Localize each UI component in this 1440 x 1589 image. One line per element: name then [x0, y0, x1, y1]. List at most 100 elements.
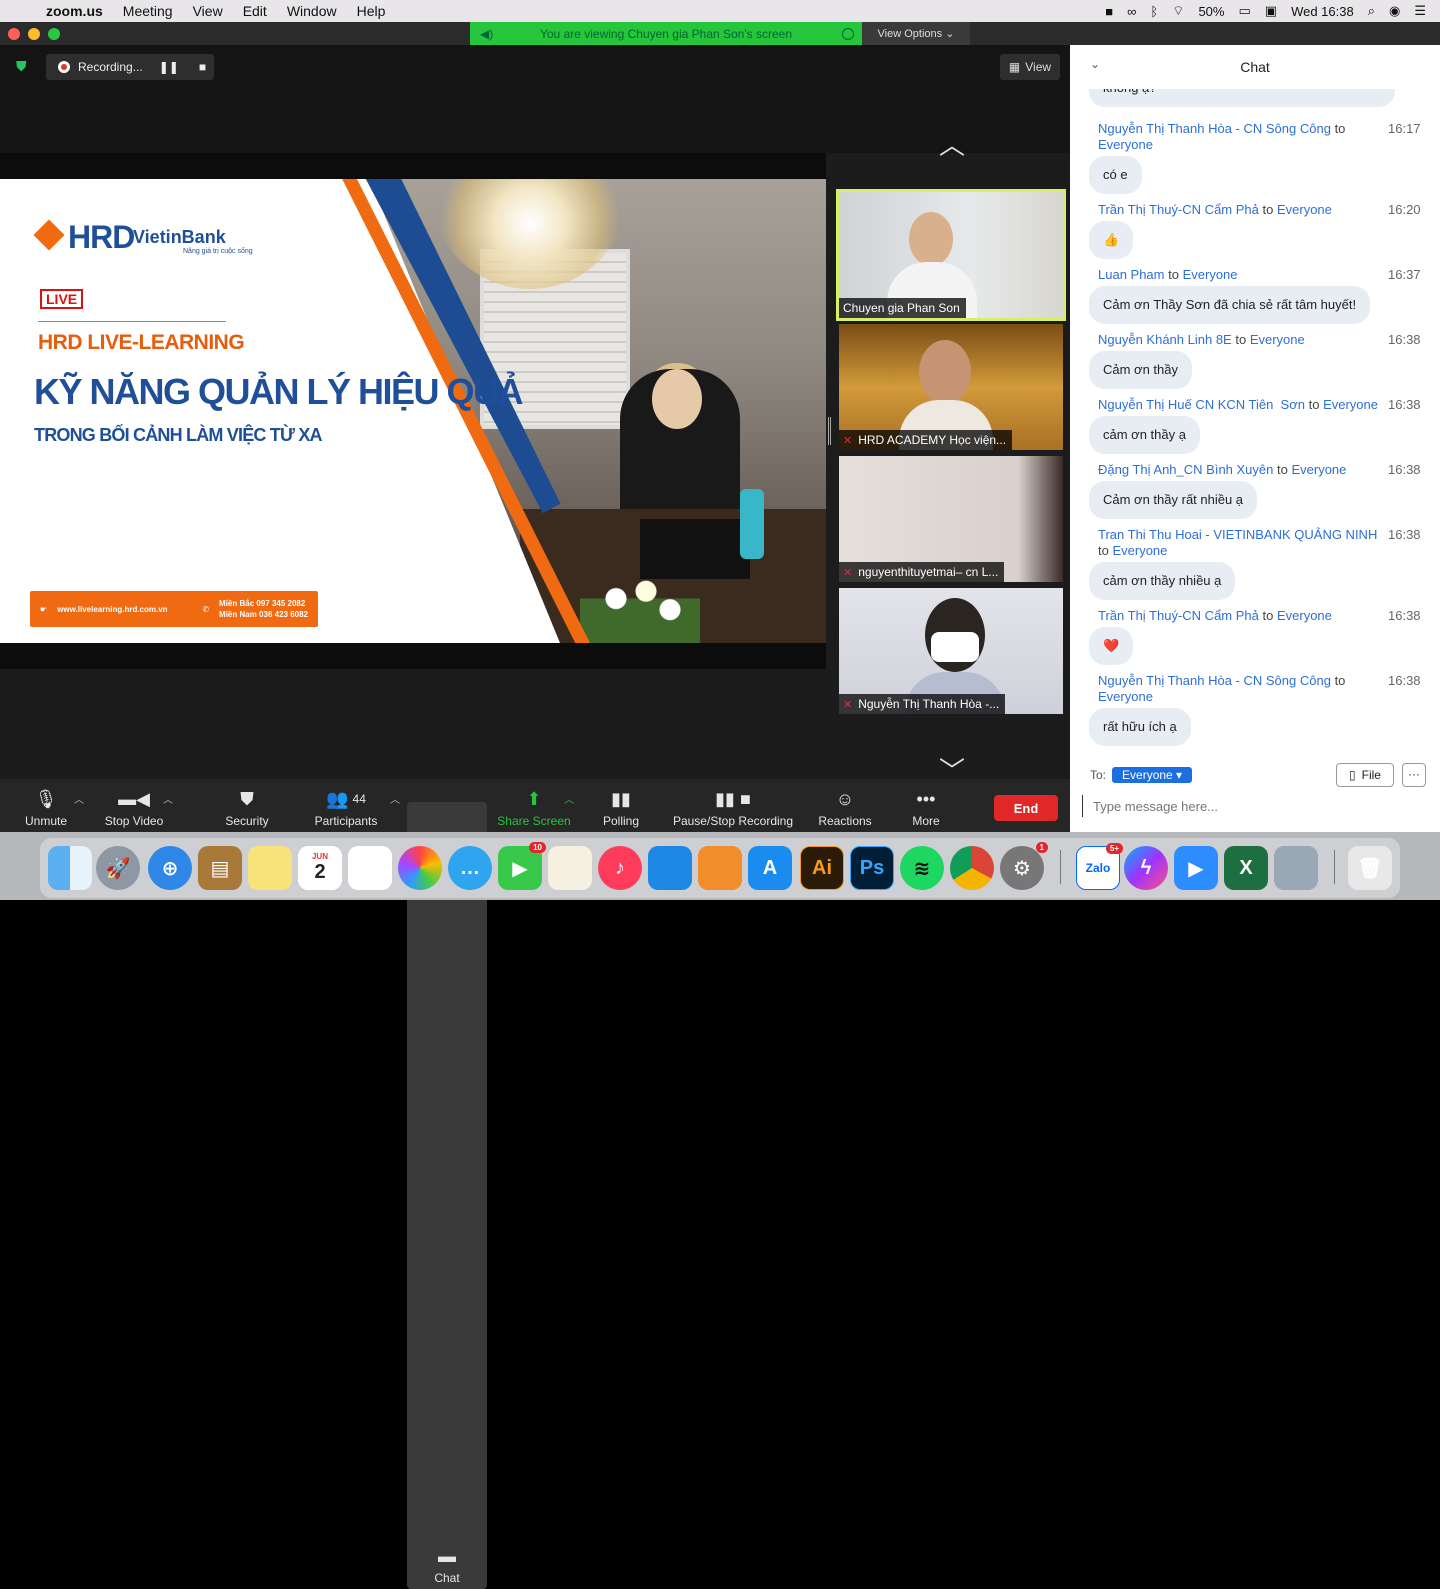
sender-target[interactable]: Everyone [1183, 267, 1238, 282]
books-icon[interactable] [698, 846, 742, 890]
video-tile[interactable]: ✕ nguyenthituyetmai– cn L... [839, 456, 1063, 582]
sender-name[interactable]: Đặng Thị Anh_CN Bình Xuyên [1098, 462, 1273, 477]
sender-name[interactable]: Tran Thi Thu Hoai - VIETINBANK QUẢNG NIN… [1098, 527, 1377, 542]
preview-icon[interactable] [548, 846, 592, 890]
share-screen-button[interactable]: ⬆ Share Screen [494, 779, 574, 832]
system-preferences-icon[interactable]: ⚙ 1 [1000, 842, 1048, 890]
pause-stop-recording-button[interactable]: ▮▮ ■ Pause/Stop Recording [668, 779, 798, 832]
scroll-down-icon[interactable]: ﹀ [932, 758, 972, 784]
menu-window[interactable]: Window [277, 3, 347, 19]
participants-options-caret-icon[interactable]: ︿ [390, 791, 400, 806]
illustrator-icon[interactable]: Ai [800, 846, 844, 890]
zoom-app-icon[interactable]: ▶ [1174, 846, 1218, 890]
siri-icon[interactable]: ◉ [1389, 3, 1400, 19]
sender-name[interactable]: Nguyễn Thị Thanh Hòa - CN Sông Công [1098, 121, 1331, 136]
chat-button[interactable]: ▬ Chat [407, 802, 487, 1589]
messenger-icon[interactable]: ϟ [1124, 846, 1168, 890]
sender-name[interactable]: Nguyễn Khánh Linh 8E [1098, 332, 1232, 347]
participants-button[interactable]: 👥 44 Participants [306, 779, 386, 832]
sender-target[interactable]: Everyone [1323, 397, 1378, 412]
menu-edit[interactable]: Edit [233, 3, 277, 19]
polling-button[interactable]: ▮▮ Polling [596, 779, 646, 832]
music-icon[interactable]: ♪ [598, 846, 642, 890]
sender-target[interactable]: Everyone [1291, 462, 1346, 477]
chat-more-button[interactable]: ··· [1402, 763, 1426, 787]
video-tile-active-speaker[interactable]: Chuyen gia Phan Son [836, 189, 1066, 321]
messages-icon[interactable]: … [448, 846, 492, 890]
chevron-down-icon[interactable]: ⌄ [1090, 57, 1100, 71]
facetime-badge: 10 [529, 842, 546, 853]
menubar-clock[interactable]: Wed 16:38 [1291, 4, 1354, 19]
photos-icon[interactable] [398, 846, 442, 890]
launchpad-icon[interactable]: 🚀 [96, 846, 140, 890]
sender-target[interactable]: Everyone [1098, 137, 1153, 152]
calendar-icon[interactable]: JUN 2 [298, 846, 342, 890]
chat-message-input[interactable] [1082, 795, 1428, 817]
photoshop-icon[interactable]: Ps [850, 846, 894, 890]
sender-target[interactable]: Everyone [1112, 543, 1167, 558]
file-button[interactable]: ▯ File [1336, 763, 1394, 787]
menu-app-name[interactable]: zoom.us [40, 3, 113, 19]
menu-help[interactable]: Help [347, 3, 396, 19]
view-layout-button[interactable]: ▦ View [1000, 54, 1060, 80]
more-button[interactable]: ••• More [904, 779, 948, 832]
scroll-up-icon[interactable]: ︿ [932, 132, 972, 158]
finder-icon[interactable] [48, 846, 92, 890]
security-button[interactable]: ⛊ Security [216, 779, 278, 832]
trash-icon[interactable]: 🗑 [1348, 846, 1392, 890]
contacts-icon[interactable]: ▤ [198, 846, 242, 890]
reactions-button[interactable]: ☺ Reactions [814, 779, 876, 832]
pause-recording-icon[interactable]: ❚❚ [159, 60, 179, 74]
video-tile[interactable]: ✕ Nguyễn Thị Thanh Hòa -... [839, 588, 1063, 714]
creative-cloud-icon[interactable]: ∞ [1127, 4, 1136, 19]
zoom-status-icon[interactable]: ■ [1105, 4, 1113, 19]
spotify-icon[interactable]: ≋ [900, 846, 944, 890]
sender-name[interactable]: Luan Pham [1098, 267, 1165, 282]
bluetooth-icon[interactable]: ᛒ [1150, 4, 1158, 19]
sender-target[interactable]: Everyone [1098, 689, 1153, 704]
facetime-icon[interactable]: ▶ 10 [498, 842, 546, 890]
panel-resize-handle[interactable] [828, 417, 831, 445]
video-tile[interactable]: ✕ HRD ACADEMY Học viện... [839, 324, 1063, 450]
security-shield-icon[interactable]: ⛊ [16, 58, 36, 78]
stop-video-button[interactable]: ▬◀ Stop Video [98, 779, 170, 832]
zoom-window-button[interactable] [48, 28, 60, 40]
sender-target[interactable]: Everyone [1277, 202, 1332, 217]
menu-meeting[interactable]: Meeting [113, 3, 183, 19]
reminders-icon[interactable] [348, 846, 392, 890]
recipient-select[interactable]: Everyone ▾ [1112, 767, 1193, 783]
share-options-caret-icon[interactable]: ︿ [564, 791, 574, 806]
stop-recording-icon[interactable]: ■ [199, 60, 206, 74]
keynote-icon[interactable] [648, 846, 692, 890]
muted-microphone-icon: 🎙 [34, 788, 58, 809]
image-capture-icon[interactable] [1274, 846, 1318, 890]
chat-messages[interactable]: không ạ? Nguyễn Thị Thanh Hòa - CN Sông … [1070, 89, 1440, 789]
close-window-button[interactable] [8, 28, 20, 40]
excel-icon[interactable]: X [1224, 846, 1268, 890]
sender-target[interactable]: Everyone [1277, 608, 1332, 623]
notes-icon[interactable] [248, 846, 292, 890]
input-method-icon[interactable]: ▣ [1265, 3, 1277, 19]
end-meeting-button[interactable]: End [994, 795, 1058, 821]
sender-name[interactable]: Trần Thị Thuý-CN Cẩm Phả [1098, 608, 1259, 623]
ellipsis-icon: ••• [916, 788, 936, 809]
audio-options-caret-icon[interactable]: ︿ [74, 791, 84, 806]
menu-view[interactable]: View [183, 3, 233, 19]
view-options-button[interactable]: View Options ⌄ [862, 22, 970, 45]
video-options-caret-icon[interactable]: ︿ [163, 791, 173, 806]
encryption-icon[interactable] [842, 27, 854, 40]
sender-name[interactable]: Trần Thị Thuý-CN Cẩm Phả [1098, 202, 1259, 217]
battery-icon[interactable]: ▭ [1238, 3, 1250, 19]
wifi-icon[interactable]: ⌔ [1172, 3, 1184, 19]
minimize-window-button[interactable] [28, 28, 40, 40]
spotlight-icon[interactable]: ⌕ [1368, 3, 1375, 19]
sender-name[interactable]: Nguyễn Thị Thanh Hòa - CN Sông Công [1098, 673, 1331, 688]
sender-target[interactable]: Everyone [1250, 332, 1305, 347]
sender-name[interactable]: Nguyễn Thị Huế CN KCN Tiên Sơn [1098, 397, 1305, 412]
control-center-icon[interactable]: ☰ [1414, 3, 1426, 19]
chrome-icon[interactable] [950, 846, 994, 890]
zalo-icon[interactable]: Zalo 5+ [1076, 843, 1123, 890]
safari-icon[interactable]: ⊕ [148, 846, 192, 890]
app-store-icon[interactable]: A [748, 846, 792, 890]
unmute-button[interactable]: 🎙 Unmute [14, 779, 78, 832]
